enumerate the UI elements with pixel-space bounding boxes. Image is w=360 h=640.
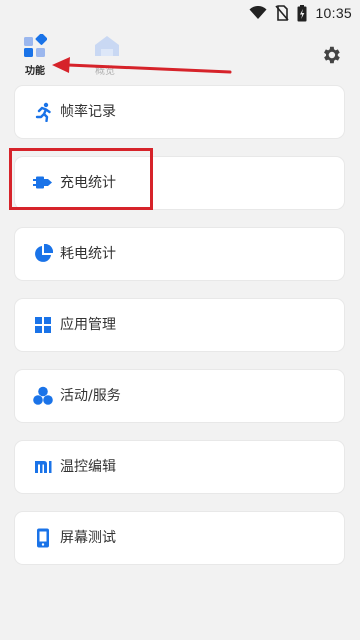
annotation-arrow-icon [52,57,232,74]
